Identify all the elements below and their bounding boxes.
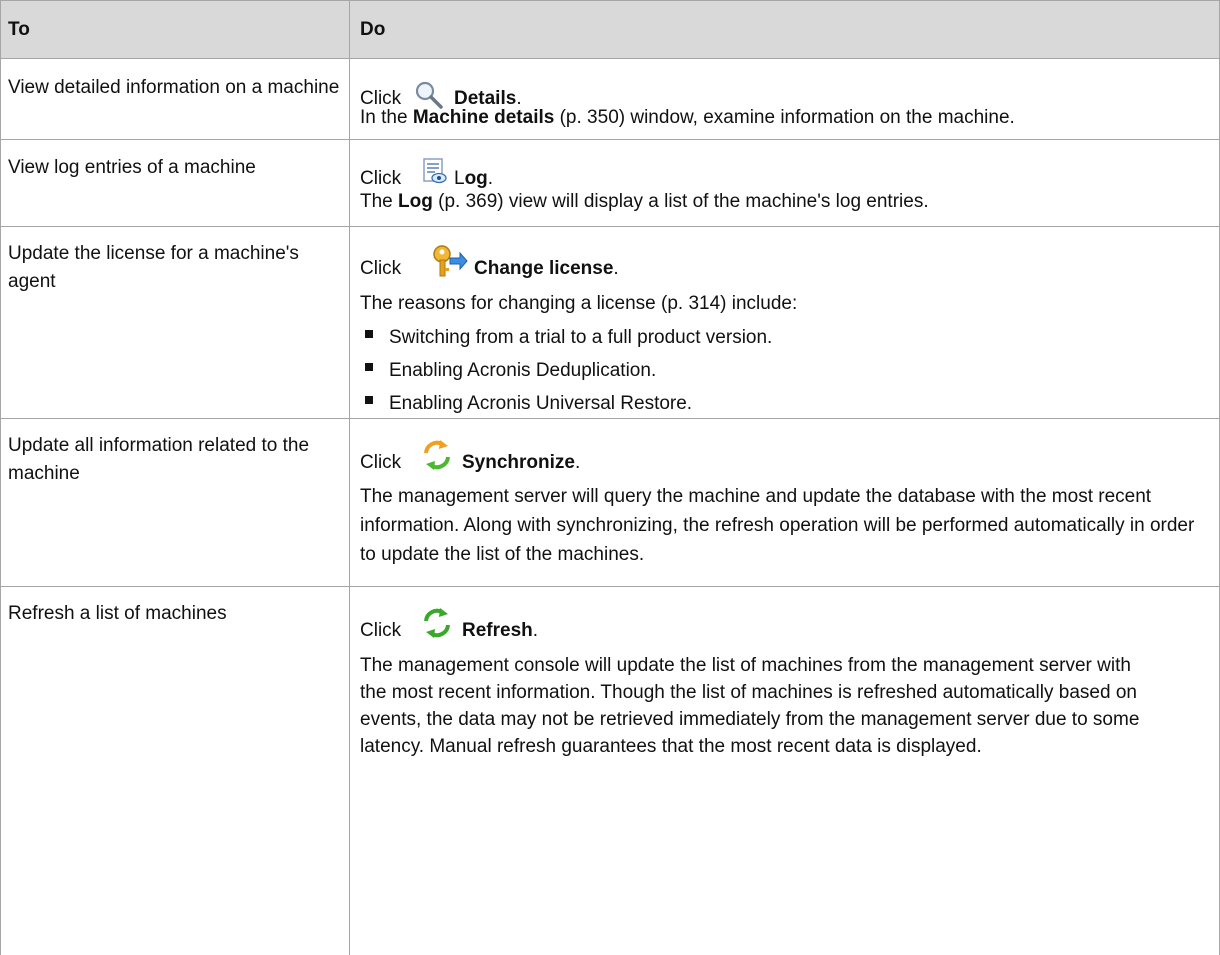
synchronize-action-label[interactable]: Synchronize xyxy=(462,452,575,473)
desc-text: (p. 369) view will display a list of the… xyxy=(432,191,929,212)
log-description: The Log (p. 369) view will display a lis… xyxy=(360,188,1215,215)
actions-table: To Do View detailed information on a mac… xyxy=(0,0,1220,955)
machine-details-link[interactable]: Machine details xyxy=(413,107,555,128)
row-divider xyxy=(0,139,1220,140)
license-bullet-item: Switching from a trial to a full product… xyxy=(389,327,773,348)
bullet-marker xyxy=(365,363,373,371)
change-license-action-label[interactable]: Change license xyxy=(474,258,613,279)
refresh-click-line: Click Refresh. xyxy=(360,608,538,642)
row-to-synchronize: Update all information related to the ma… xyxy=(8,435,310,484)
table-header: To Do xyxy=(0,0,1220,59)
refresh-icon[interactable] xyxy=(422,608,452,638)
license-bullet-item: Enabling Acronis Universal Restore. xyxy=(389,393,693,414)
header-do: Do xyxy=(360,19,386,40)
bullet-marker xyxy=(365,396,373,404)
header-to: To xyxy=(8,19,30,40)
refresh-action-label[interactable]: Refresh xyxy=(462,620,533,641)
click-text: Click xyxy=(360,258,402,279)
desc-text: (p. 350) window, examine information on … xyxy=(554,107,1015,128)
details-description: In the Machine details (p. 350) window, … xyxy=(360,104,1215,131)
column-divider xyxy=(349,0,350,955)
row-to-license: Update the license for a machine's agent xyxy=(8,243,299,292)
row-to-refresh: Refresh a list of machines xyxy=(8,603,227,624)
row-divider xyxy=(0,418,1220,419)
synchronize-icon[interactable] xyxy=(422,440,452,470)
license-click-line: Click Change license. xyxy=(360,245,619,280)
table-border-left xyxy=(0,0,1,955)
log-action-first-letter[interactable]: L xyxy=(454,168,465,189)
log-click-line: Click Log. xyxy=(360,158,493,190)
click-text: Click xyxy=(360,620,402,641)
row-divider xyxy=(0,586,1220,587)
license-description: The reasons for changing a license (p. 3… xyxy=(360,293,798,314)
license-bullet-item: Enabling Acronis Deduplication. xyxy=(389,360,657,381)
row-divider xyxy=(0,226,1220,227)
row-to-details: View detailed information on a machine xyxy=(8,77,340,98)
desc-text: The xyxy=(360,191,399,212)
row-to-log: View log entries of a machine xyxy=(8,157,256,178)
log-link[interactable]: Log xyxy=(398,191,433,212)
desc-text: In the xyxy=(360,107,413,128)
log-action-label[interactable]: og xyxy=(465,168,488,189)
click-text: Click xyxy=(360,452,402,473)
log-icon[interactable] xyxy=(422,158,448,186)
click-text: Click xyxy=(360,168,402,189)
synchronize-click-line: Click Synchronize. xyxy=(360,440,580,474)
key-icon[interactable] xyxy=(430,244,468,278)
synchronize-description: The management server will query the mac… xyxy=(360,486,1195,565)
bullet-marker xyxy=(365,330,373,338)
refresh-description: The management console will update the l… xyxy=(360,655,1140,757)
